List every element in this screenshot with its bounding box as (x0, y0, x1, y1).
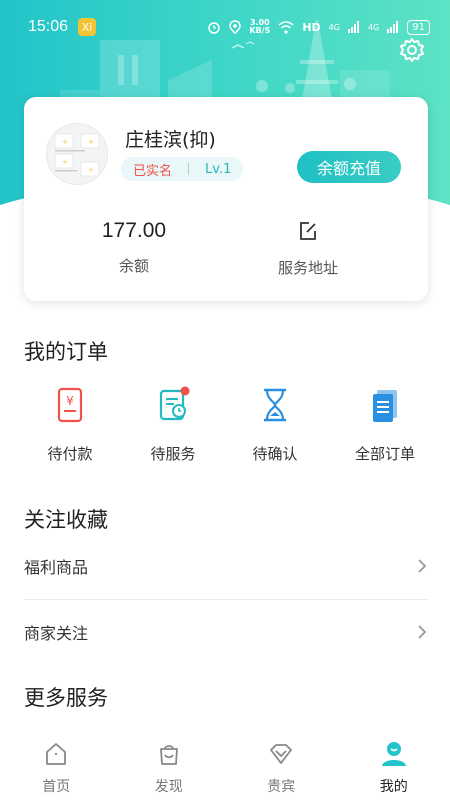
edit-address-icon (300, 222, 316, 240)
nav-vip[interactable]: 贵宾 (225, 730, 338, 800)
nav-mine[interactable]: 我的 (338, 730, 450, 800)
home-icon (46, 743, 67, 765)
more-services-title: 更多服务 (24, 686, 108, 710)
alarm-icon (208, 22, 221, 34)
nav-home[interactable]: 首页 (0, 730, 113, 800)
avatar-image: + + + + (47, 124, 107, 184)
balance-label: 余额 (118, 257, 149, 275)
chevron-right-icon (418, 559, 427, 573)
net-speed: 3.00 KB/S (249, 19, 270, 35)
welfare-goods-row[interactable]: 福利商品 (24, 534, 428, 598)
recharge-button[interactable]: 余额充值 (297, 151, 401, 183)
shopping-bag-icon (159, 745, 178, 765)
svg-text:+: + (88, 138, 94, 146)
order-label: 全部订单 (354, 445, 415, 463)
user-name: 庄桂滨(抑) (125, 129, 216, 151)
order-pending-confirm[interactable]: 待确认 (225, 385, 325, 464)
diamond-icon (270, 744, 293, 764)
favorites-section-title: 关注收藏 (24, 508, 108, 532)
signal-4g-1: 4G (328, 22, 340, 32)
payment-pending-icon: ¥ (57, 387, 83, 423)
svg-text:+: + (62, 158, 68, 166)
location-icon (229, 20, 242, 34)
service-address-block[interactable]: 服务地址 (238, 219, 378, 278)
nav-discover[interactable]: 发现 (113, 730, 226, 800)
confirm-pending-icon (264, 388, 286, 422)
nav-label: 我的 (379, 779, 408, 795)
order-label: 待确认 (252, 445, 298, 463)
balance-value: 177.00 (101, 219, 167, 242)
order-label: 待付款 (47, 445, 93, 463)
user-tags: 已实名 Lv.1 (121, 157, 244, 181)
order-pending-payment[interactable]: ¥ 待付款 (20, 385, 120, 464)
status-indicators: 3.00 KB/S HD 4G 4G 91 (207, 19, 430, 35)
signal-4g-2: 4G (367, 22, 380, 32)
bottom-navigation: 首页 发现 贵宾 我的 (0, 730, 450, 800)
app-notification-icon: Xi (78, 18, 97, 36)
svg-text:¥: ¥ (66, 394, 74, 408)
order-pending-service[interactable]: 待服务 (123, 385, 223, 464)
profile-card: + + + + 庄桂滨(抑) 已实名 Lv.1 余额充值 177.00 余额 服… (24, 97, 428, 301)
chevron-right-icon (418, 625, 427, 639)
level-badge: Lv.1 (205, 161, 232, 177)
hd-indicator: HD (302, 20, 321, 34)
service-pending-icon (159, 386, 190, 421)
orders-section-title: 我的订单 (24, 340, 108, 364)
user-profile-icon (381, 742, 406, 766)
status-bar: 15:06 Xi 3.00 KB/S HD 4G 4G 91 (0, 0, 450, 54)
settings-gear-icon[interactable] (398, 36, 426, 64)
order-label: 待服务 (150, 445, 196, 463)
merchant-follow-row[interactable]: 商家关注 (24, 600, 428, 664)
balance-block[interactable]: 177.00 余额 (64, 219, 204, 276)
verified-badge: 已实名 (133, 163, 173, 179)
svg-text:+: + (88, 166, 94, 174)
status-time: 15:06 (28, 18, 69, 35)
nav-label: 贵宾 (267, 779, 296, 795)
list-item-label: 商家关注 (24, 624, 89, 643)
list-item-label: 福利商品 (24, 558, 89, 577)
battery-indicator: 91 (407, 19, 430, 35)
avatar[interactable]: + + + + (46, 123, 108, 185)
nav-label: 发现 (154, 779, 183, 795)
signal-bars-icon (347, 21, 359, 33)
signal-bars-icon-2 (387, 21, 399, 33)
order-all[interactable]: 全部订单 (335, 385, 435, 464)
wifi-icon (278, 20, 294, 34)
tag-divider (188, 163, 190, 175)
orders-row: ¥ 待付款 待服务 待确认 全部订单 (0, 385, 450, 465)
nav-label: 首页 (42, 779, 71, 795)
service-address-label: 服务地址 (277, 259, 338, 277)
all-orders-icon (373, 390, 397, 422)
net-speed-unit: KB/S (249, 26, 271, 35)
svg-text:+: + (62, 138, 68, 146)
